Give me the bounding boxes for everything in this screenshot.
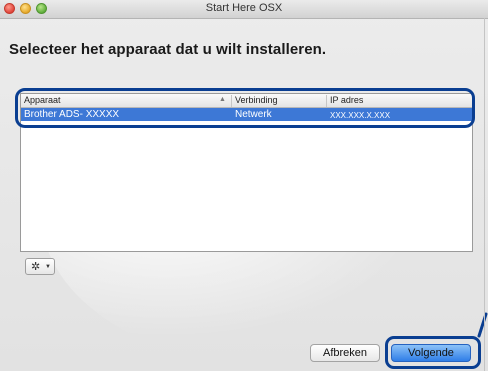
cancel-button[interactable]: Afbreken	[310, 344, 380, 362]
installer-window: Start Here OSX Selecteer het apparaat da…	[0, 0, 488, 371]
action-menu-button[interactable]: ✲ ▼	[25, 258, 55, 275]
title-bar: Start Here OSX	[0, 0, 488, 19]
gear-icon: ✲	[31, 261, 41, 273]
window-edge	[484, 18, 485, 371]
window-title: Start Here OSX	[205, 2, 283, 14]
selected-row-highlight-outline	[15, 88, 475, 128]
next-button-highlight-outline	[385, 336, 481, 369]
page-heading: Selecteer het apparaat dat u wilt instal…	[9, 41, 327, 58]
callout-pointer	[477, 312, 488, 338]
chevron-down-icon: ▼	[45, 264, 51, 270]
